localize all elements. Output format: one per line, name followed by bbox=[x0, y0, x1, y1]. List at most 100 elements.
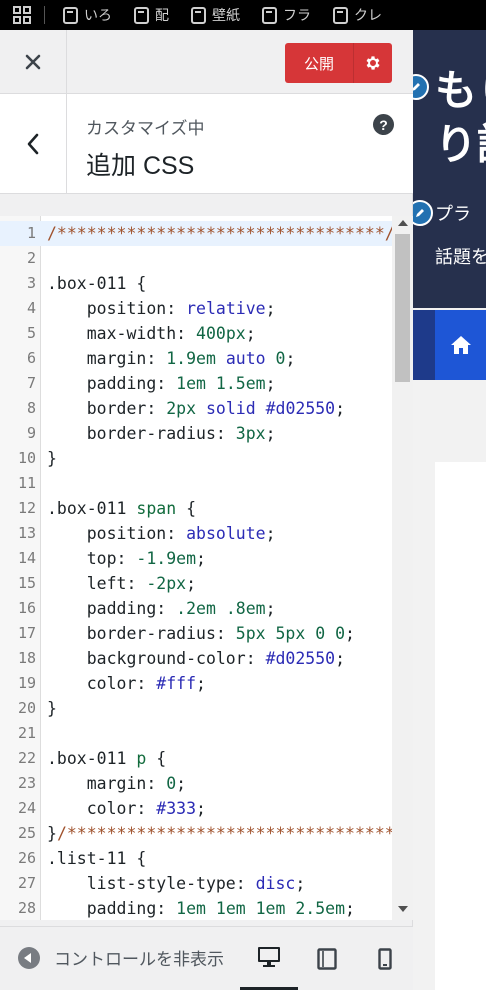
code-line[interactable]: 5 max-width: 400px; bbox=[0, 321, 392, 346]
bookmark-item[interactable]: フラ bbox=[262, 5, 311, 25]
bookmark-item[interactable]: 配 bbox=[134, 5, 169, 25]
code-line[interactable]: 11 bbox=[0, 471, 392, 496]
code-line[interactable]: 26 .list-11 { bbox=[0, 846, 392, 871]
code-line[interactable]: 23 margin: 0; bbox=[0, 771, 392, 796]
preview-topic-text: 話題を bbox=[435, 247, 486, 267]
code-text: list-style-type: disc; bbox=[47, 871, 306, 896]
code-token: #d02550 bbox=[265, 399, 336, 418]
publish-button[interactable]: 公開 bbox=[285, 43, 392, 83]
code-token: : bbox=[146, 774, 167, 793]
code-text: position: relative; bbox=[47, 296, 276, 321]
code-line[interactable]: 22 .box-011 p { bbox=[0, 746, 392, 771]
close-customizer-button[interactable] bbox=[0, 30, 67, 94]
tablet-icon bbox=[317, 948, 337, 970]
preview-tablet-button[interactable] bbox=[298, 927, 356, 990]
code-line[interactable]: 4 position: relative; bbox=[0, 296, 392, 321]
code-line[interactable]: 12 .box-011 span { bbox=[0, 496, 392, 521]
code-text: position: absolute; bbox=[47, 521, 276, 546]
code-token: } bbox=[47, 699, 57, 718]
line-number: 10 bbox=[17, 449, 36, 467]
bookmark-item[interactable]: クレ bbox=[333, 5, 382, 25]
code-text: color: #333; bbox=[47, 796, 206, 821]
code-token: border bbox=[47, 399, 147, 418]
code-line[interactable]: 2 bbox=[0, 246, 392, 271]
code-line[interactable]: 18 background-color: #d02550; bbox=[0, 646, 392, 671]
code-line[interactable]: 15 left: -2px; bbox=[0, 571, 392, 596]
editor-scrollbar[interactable] bbox=[392, 216, 413, 920]
code-token: span bbox=[136, 499, 177, 518]
preview-mobile-button[interactable] bbox=[356, 927, 414, 990]
code-line[interactable]: 24 color: #333; bbox=[0, 796, 392, 821]
publish-label: 公開 bbox=[303, 55, 334, 73]
help-icon[interactable]: ? bbox=[373, 114, 394, 135]
line-number: 8 bbox=[26, 399, 36, 417]
code-token: relative bbox=[186, 299, 266, 318]
scroll-up-icon[interactable] bbox=[398, 220, 408, 226]
line-number: 28 bbox=[17, 899, 36, 917]
code-line[interactable]: 16 padding: .2em .8em; bbox=[0, 596, 392, 621]
code-text: padding: 1em 1em 1em 2.5em; bbox=[47, 896, 355, 920]
scroll-down-icon[interactable] bbox=[398, 906, 408, 912]
code-token: ; bbox=[345, 899, 355, 918]
page-icon bbox=[333, 6, 348, 24]
code-token: padding bbox=[47, 899, 157, 918]
code-token: .box-011 bbox=[47, 749, 137, 768]
bookmark-item[interactable]: 壁紙 bbox=[191, 5, 240, 25]
code-line[interactable]: 25}/*********************************/ bbox=[0, 821, 405, 846]
code-line[interactable]: 3 .box-011 { bbox=[0, 271, 392, 296]
code-text: } bbox=[47, 446, 57, 471]
code-line[interactable]: 7 padding: 1em 1.5em; bbox=[0, 371, 392, 396]
code-token: .box-011 bbox=[47, 274, 127, 293]
code-line[interactable]: 17 border-radius: 5px 5px 0 0; bbox=[0, 621, 392, 646]
code-token: .list-11 bbox=[47, 849, 127, 868]
code-text: border-radius: 3px; bbox=[47, 421, 276, 446]
bookmark-item[interactable]: いろ bbox=[63, 5, 112, 25]
code-text: } bbox=[47, 696, 57, 721]
preview-desktop-button[interactable] bbox=[240, 927, 298, 990]
code-token: color bbox=[47, 799, 137, 818]
line-number: 2 bbox=[26, 249, 36, 267]
code-line[interactable]: 6 margin: 1.9em auto 0; bbox=[0, 346, 392, 371]
edit-shortcut-icon[interactable] bbox=[413, 74, 429, 100]
code-text: background-color: #d02550; bbox=[47, 646, 345, 671]
collapse-icon bbox=[18, 946, 40, 969]
scrollbar-thumb[interactable] bbox=[395, 234, 410, 382]
line-number: 20 bbox=[17, 699, 36, 717]
code-line[interactable]: 10} bbox=[0, 446, 392, 471]
close-icon bbox=[25, 54, 41, 70]
line-number: 11 bbox=[17, 474, 36, 492]
publish-settings-button[interactable] bbox=[354, 54, 392, 72]
code-line[interactable]: 27 list-style-type: disc; bbox=[0, 871, 392, 896]
back-button[interactable] bbox=[0, 94, 67, 194]
code-token: top bbox=[47, 549, 117, 568]
code-token: #d02550 bbox=[265, 649, 336, 668]
css-code-editor[interactable]: 1/*********************************/ 2 3 .b… bbox=[0, 216, 413, 920]
code-line[interactable]: 21 bbox=[0, 721, 392, 746]
site-preview[interactable]: もり り話 プラ 話題を bbox=[413, 30, 486, 990]
code-text: .box-011 { bbox=[47, 271, 146, 296]
code-line[interactable]: 20} bbox=[0, 696, 392, 721]
code-line[interactable]: 13 position: absolute; bbox=[0, 521, 392, 546]
line-number: 3 bbox=[26, 274, 36, 292]
code-line[interactable]: 19 color: #fff; bbox=[0, 671, 392, 696]
page-icon bbox=[262, 6, 277, 24]
code-line[interactable]: 1 /*********************************/ bbox=[0, 221, 395, 246]
code-line[interactable]: 14 top: -1.9em; bbox=[0, 546, 392, 571]
collapse-controls-button[interactable]: コントロールを非表示 bbox=[18, 945, 240, 970]
code-token: /*********************************/ bbox=[47, 224, 395, 243]
code-token: 0 bbox=[275, 349, 286, 368]
apps-grid-icon[interactable] bbox=[0, 0, 44, 30]
code-token: { bbox=[146, 749, 167, 768]
code-line[interactable]: 28 padding: 1em 1em 1em 2.5em; bbox=[0, 896, 392, 920]
code-token: ; bbox=[345, 624, 355, 643]
code-token: padding bbox=[47, 599, 157, 618]
code-line[interactable]: 9 border-radius: 3px; bbox=[0, 421, 392, 446]
code-token: 2px bbox=[166, 399, 197, 418]
code-token: ; bbox=[295, 874, 306, 893]
collapse-label: コントロールを非表示 bbox=[54, 950, 224, 969]
code-text: border-radius: 5px 5px 0 0; bbox=[47, 621, 355, 646]
edit-shortcut-icon[interactable] bbox=[413, 200, 433, 226]
home-icon[interactable] bbox=[435, 310, 486, 380]
chevron-left-icon bbox=[27, 133, 39, 155]
code-line[interactable]: 8 border: 2px solid #d02550; bbox=[0, 396, 392, 421]
